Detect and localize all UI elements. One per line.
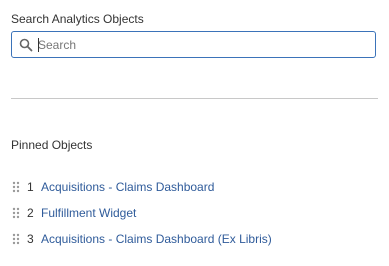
pinned-item-link[interactable]: Fulfillment Widget: [41, 206, 136, 220]
pinned-item: 2 Fulfillment Widget: [11, 200, 381, 226]
pinned-item-index: 3: [27, 232, 34, 246]
pinned-item: 3 Acquisitions - Claims Dashboard (Ex Li…: [11, 226, 381, 252]
pinned-item: 1 Acquisitions - Claims Dashboard: [11, 174, 381, 200]
search-icon: [19, 38, 33, 52]
divider: [11, 98, 378, 99]
text-cursor: [38, 38, 39, 52]
pinned-objects-list: 1 Acquisitions - Claims Dashboard 2 Fulf…: [11, 174, 381, 252]
analytics-objects-panel: Search Analytics Objects Pinned Objects …: [0, 0, 389, 266]
search-box[interactable]: [11, 31, 376, 58]
pinned-item-link[interactable]: Acquisitions - Claims Dashboard: [41, 180, 214, 194]
drag-handle-icon[interactable]: [11, 233, 21, 245]
search-label: Search Analytics Objects: [11, 12, 144, 26]
drag-handle-icon[interactable]: [11, 207, 21, 219]
pinned-item-index: 1: [27, 180, 34, 194]
drag-handle-icon[interactable]: [11, 181, 21, 193]
pinned-item-link[interactable]: Acquisitions - Claims Dashboard (Ex Libr…: [41, 232, 272, 246]
search-input[interactable]: [38, 36, 358, 53]
pinned-objects-heading: Pinned Objects: [11, 138, 93, 152]
pinned-item-index: 2: [27, 206, 34, 220]
